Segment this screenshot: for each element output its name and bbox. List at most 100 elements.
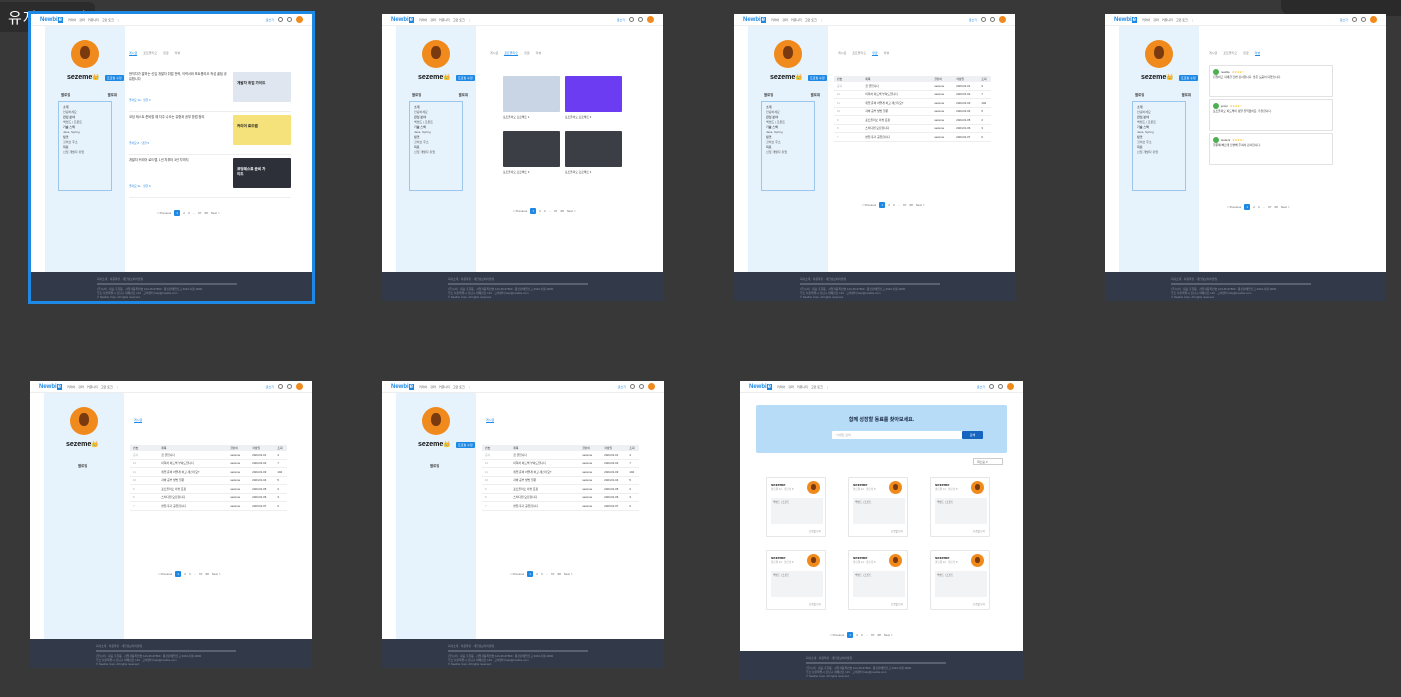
bell-icon[interactable] (998, 384, 1003, 389)
view-profile-link[interactable]: 프로필 보기 (891, 529, 903, 533)
logo[interactable]: Newbie (749, 383, 773, 390)
avatar[interactable] (999, 16, 1006, 23)
footer-links[interactable]: 회사소개 · 이용약관 · 개인정보처리방침 (800, 277, 949, 281)
frame-my-board[interactable]: Newbie 커리어 강좌 커뮤니티 고민 토크 ⋮ 글쓰기 sezeme👑 프로필 수정 팔로잉… (382, 381, 664, 668)
post-thumbnail[interactable]: 커리어 로드맵 (233, 115, 291, 145)
prev-button[interactable]: < Previous (862, 203, 876, 207)
page-button[interactable]: ... (1263, 205, 1266, 209)
stat-following[interactable]: 팔로잉 (430, 463, 439, 468)
table-row[interactable]: 9 포트폴리오 리뷰 요청 sezeme 2024.01.05 2 (834, 116, 991, 125)
more-icon[interactable]: ⋮ (820, 18, 823, 22)
table-row[interactable]: 11 취업 준비 어떻게 하고 계신가요? sezeme 2024.01.03 104 (130, 468, 287, 477)
page-button[interactable]: 68 (205, 572, 208, 576)
page-button[interactable]: 68 (1274, 205, 1277, 209)
nav-menu-item[interactable]: 커리어 (777, 385, 785, 389)
page-button[interactable]: 1 (1244, 204, 1251, 210)
tab-item[interactable]: 리뷰 (536, 51, 542, 56)
nav-menu-item[interactable]: 강좌 (1153, 18, 1159, 22)
user-card[interactable]: sezeme 팔로워 12 · 팔로잉 8 백엔드 | 프론트 프로필 보기 (930, 477, 990, 537)
user-card[interactable]: sezeme 팔로워 12 · 팔로잉 8 백엔드 | 프론트 프로필 보기 (848, 550, 908, 610)
page-button[interactable]: ... (549, 209, 552, 213)
table-row[interactable]: 12 이력서 피드백 부탁드립니다 sezeme 2024.01.02 7 (482, 460, 639, 468)
table-row[interactable]: 12 이력서 피드백 부탁드립니다 sezeme 2024.01.02 7 (130, 460, 287, 468)
footer-links[interactable]: 회사소개 · 이용약관 · 개인정보처리방침 (806, 656, 957, 660)
tab-item[interactable]: 댓글 (872, 51, 878, 56)
chat-icon[interactable] (278, 17, 283, 22)
next-button[interactable]: Next > (211, 211, 220, 215)
page-button[interactable]: 1 (879, 202, 886, 208)
profile-edit-button[interactable]: 프로필 수정 (456, 442, 475, 448)
tab-item[interactable]: 댓글 (524, 51, 530, 56)
page-button[interactable]: 2 (183, 211, 185, 215)
page-button[interactable]: 2 (536, 572, 538, 576)
page-button[interactable]: 3 (1258, 205, 1260, 209)
tab-item[interactable]: 포트폴리오 (1223, 51, 1237, 56)
page-button[interactable]: 1 (847, 632, 854, 638)
table-row[interactable]: 7 면접 후기 공유합니다 sezeme 2024.01.07 0 (482, 502, 639, 511)
write-button[interactable]: 글쓰기 (617, 18, 625, 22)
table-row[interactable]: 11 취업 준비 어떻게 하고 계신가요? sezeme 2024.01.03 104 (482, 468, 639, 477)
nav-menu-item[interactable]: 강좌 (79, 18, 85, 22)
next-button[interactable]: Next > (1281, 205, 1290, 209)
logo[interactable]: Newbie (743, 16, 767, 23)
nav-menu-item[interactable]: 커뮤니티 (797, 385, 808, 389)
chat-icon[interactable] (1352, 17, 1357, 22)
nav-menu-item[interactable]: 커뮤니티 (87, 385, 98, 389)
page-button[interactable]: 67 (1268, 205, 1271, 209)
page-button[interactable]: 1 (527, 571, 534, 577)
stat-followers[interactable]: 팔로워 (108, 92, 117, 97)
nav-menu-item[interactable]: 고민 토크 (101, 385, 113, 389)
prev-button[interactable]: < Previous (158, 572, 172, 576)
page-button[interactable]: 2 (856, 633, 858, 637)
tab-item[interactable]: 게시글 (838, 51, 846, 56)
next-button[interactable]: Next > (884, 633, 893, 637)
chat-icon[interactable] (981, 17, 986, 22)
tab-item[interactable]: 포트폴리오 (852, 51, 866, 56)
frame-profile-reviews[interactable]: Newbie 커리어 강좌 커뮤니티 고민 토크 ⋮ 글쓰기 sezeme👑 프로필 수정 팔로잉… (1105, 14, 1386, 301)
page-button[interactable]: 68 (204, 211, 207, 215)
avatar[interactable] (647, 16, 654, 23)
page-button[interactable]: 2 (888, 203, 890, 207)
tab-item[interactable]: 댓글 (163, 51, 169, 56)
page-button[interactable]: ... (866, 633, 869, 637)
stat-followers[interactable]: 팔로워 (459, 92, 468, 97)
page-button[interactable]: ... (194, 572, 197, 576)
bell-icon[interactable] (287, 17, 292, 22)
footer-links[interactable]: 회사소개 · 이용약관 · 개인정보처리방침 (448, 644, 598, 648)
more-icon[interactable]: ⋮ (117, 18, 120, 22)
page-button[interactable]: 67 (871, 633, 874, 637)
bell-icon[interactable] (638, 17, 643, 22)
frame-user-search[interactable]: Newbie 커리어 강좌 커뮤니티 고민 토크 ⋮ 글쓰기 함께 성장할 동료를 찾아보세요… (740, 381, 1023, 680)
page-button[interactable]: 3 (544, 209, 546, 213)
nav-menu-item[interactable]: 강좌 (78, 385, 84, 389)
write-button[interactable]: 글쓰기 (618, 385, 626, 389)
bell-icon[interactable] (287, 384, 292, 389)
page-button[interactable]: 3 (861, 633, 863, 637)
nav-menu-item[interactable]: 커리어 (771, 18, 779, 22)
page-button[interactable]: 67 (199, 572, 202, 576)
table-row[interactable]: 7 면접 후기 공유합니다 sezeme 2024.01.07 0 (834, 133, 991, 142)
stat-following[interactable]: 팔로잉 (764, 92, 773, 97)
profile-edit-button[interactable]: 프로필 수정 (105, 75, 124, 81)
tab-item[interactable]: 게시글 (490, 51, 498, 56)
search-input[interactable]: 닉네임 검색 (832, 431, 970, 439)
table-row[interactable]: 공지 첫 글입니다 sezeme 2024.01.01 3 (130, 451, 287, 460)
stat-followers[interactable]: 팔로워 (1182, 92, 1191, 97)
more-icon[interactable]: ⋮ (468, 18, 471, 22)
post-card[interactable]: 현직자가 말하는 신입 개발자 취업 전략, 이력서와 포트폴리오 작성 꿀팁 … (129, 72, 291, 112)
nav-menu-item[interactable]: 강좌 (782, 18, 788, 22)
stat-following[interactable]: 팔로잉 (78, 463, 87, 468)
write-button[interactable]: 글쓰기 (266, 385, 274, 389)
next-button[interactable]: Next > (212, 572, 221, 576)
page-button[interactable]: 2 (1253, 205, 1255, 209)
user-card[interactable]: sezeme 팔로워 12 · 팔로잉 8 백엔드 | 프론트 프로필 보기 (848, 477, 908, 537)
user-card[interactable]: sezeme 팔로워 12 · 팔로잉 8 백엔드 | 프론트 프로필 보기 (766, 550, 826, 610)
frame-profile-portfolio[interactable]: Newbie 커리어 강좌 커뮤니티 고민 토크 ⋮ 글쓰기 sezeme👑 프로필 수정 팔로잉… (382, 14, 663, 301)
stat-following[interactable]: 팔로잉 (412, 92, 421, 97)
chat-icon[interactable] (630, 384, 635, 389)
tab-item[interactable]: 포트폴리오 (143, 51, 157, 56)
chat-icon[interactable] (989, 384, 994, 389)
avatar[interactable] (1370, 16, 1377, 23)
logo[interactable]: Newbie (40, 16, 64, 23)
next-button[interactable]: Next > (567, 209, 576, 213)
